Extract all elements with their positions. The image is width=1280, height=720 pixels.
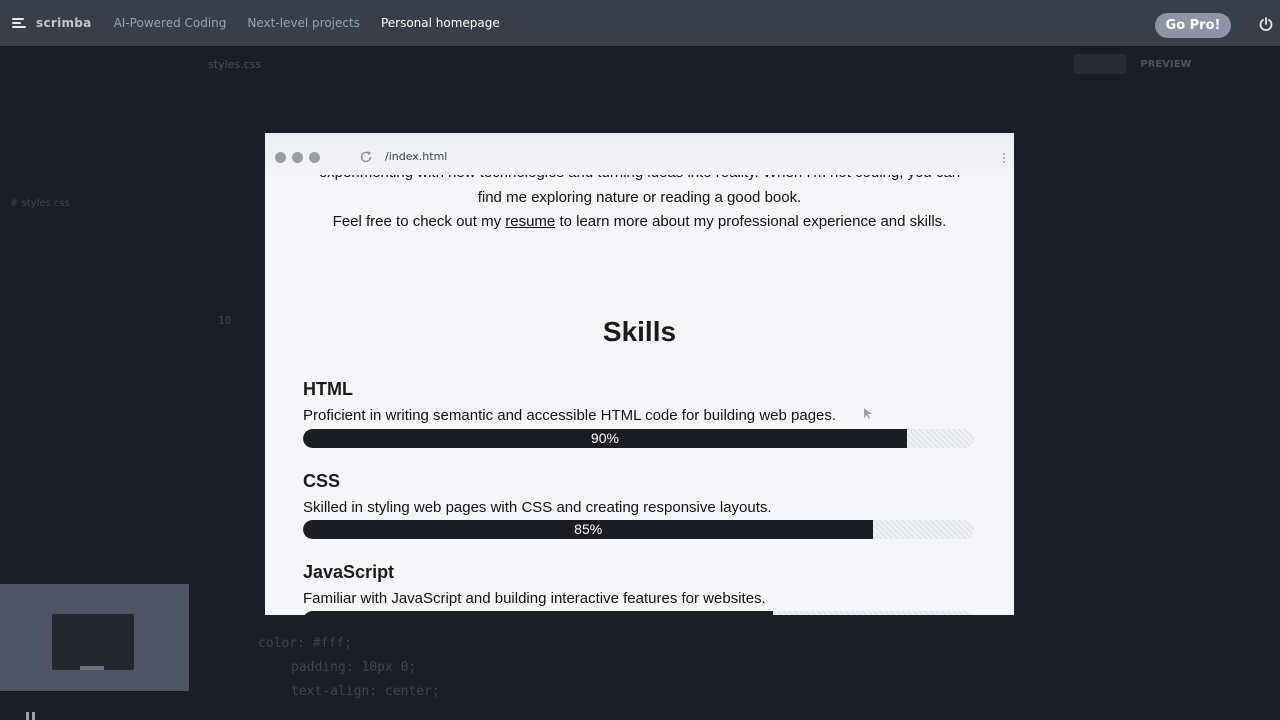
minimize-dot-icon[interactable]	[292, 152, 303, 163]
skills-heading: Skills	[602, 316, 677, 347]
resume-text-post: to learn more about my professional expe…	[555, 213, 947, 230]
file-item-styles[interactable]: # styles.css	[10, 192, 70, 216]
progress-label-html: 90%	[590, 430, 619, 446]
nav-personal-homepage[interactable]: Personal homepage	[381, 16, 500, 30]
code-line: text-align: center;	[291, 684, 440, 699]
nav-ai-powered-coding[interactable]: AI-Powered Coding	[114, 16, 227, 30]
skill-desc-javascript: Familiar with JavaScript and building in…	[303, 590, 766, 607]
browser-bar: /index.html	[265, 133, 1014, 175]
progress-fill-html: 90%	[303, 429, 907, 448]
scrimba-logo[interactable]: scrimba	[10, 15, 92, 31]
resume-link[interactable]: resume	[505, 213, 555, 230]
progress-label-css: 85%	[574, 521, 603, 537]
nav-next-level-projects[interactable]: Next-level projects	[247, 16, 360, 30]
reload-icon[interactable]	[359, 150, 373, 164]
progress-bar-css: 85%	[303, 520, 974, 539]
maximize-dot-icon[interactable]	[309, 152, 320, 163]
top-nav: AI-Powered Coding Next-level projects Pe…	[114, 16, 521, 30]
pause-icon[interactable]	[24, 712, 38, 720]
scrimba-logo-icon	[10, 15, 28, 31]
resume-text-pre: Feel free to check out my	[332, 213, 506, 230]
skill-desc-css: Skilled in styling web pages with CSS an…	[303, 499, 772, 516]
tab-editor[interactable]	[1074, 54, 1126, 74]
more-options-icon[interactable]	[1003, 153, 1006, 165]
view-tabs: PREVIEW	[1074, 54, 1246, 74]
mouse-cursor-icon	[864, 408, 872, 419]
close-dot-icon[interactable]	[275, 152, 286, 163]
tab-preview[interactable]: PREVIEW	[1134, 54, 1198, 74]
power-icon[interactable]	[1259, 17, 1273, 31]
top-bar: scrimba AI-Powered Coding Next-level pro…	[0, 0, 1280, 46]
skill-name-css: CSS	[303, 471, 341, 491]
preview-window: experimenting with new technologies and …	[265, 133, 1014, 615]
progress-fill-css: 85%	[303, 520, 874, 539]
progress-bar-html: 90%	[303, 429, 974, 448]
editor-tab-styles[interactable]: styles.css	[208, 58, 261, 71]
line-number: 10	[218, 314, 232, 327]
file-list: # styles.css	[10, 150, 70, 216]
code-line: color: #fff;	[258, 636, 352, 651]
go-pro-button[interactable]: Go Pro!	[1155, 13, 1231, 38]
tab-console[interactable]	[1206, 54, 1246, 74]
video-thumbnail-panel[interactable]	[0, 584, 189, 691]
logo-text: scrimba	[36, 16, 92, 30]
progress-fill-javascript	[303, 611, 773, 615]
code-line: padding: 10px 0;	[291, 660, 417, 675]
window-controls	[275, 152, 320, 163]
skill-desc-html: Proficient in writing semantic and acces…	[303, 407, 837, 424]
intro-line-2: find me exploring nature or reading a go…	[477, 189, 802, 206]
skill-name-html: HTML	[303, 379, 353, 399]
progress-bar-javascript	[303, 611, 974, 615]
skill-name-javascript: JavaScript	[303, 562, 395, 582]
resume-paragraph: Feel free to check out my resume to lear…	[265, 213, 1014, 230]
url-bar[interactable]: /index.html	[385, 150, 447, 163]
thumbnail-screen	[52, 614, 134, 670]
thumbnail-bar	[80, 666, 104, 670]
